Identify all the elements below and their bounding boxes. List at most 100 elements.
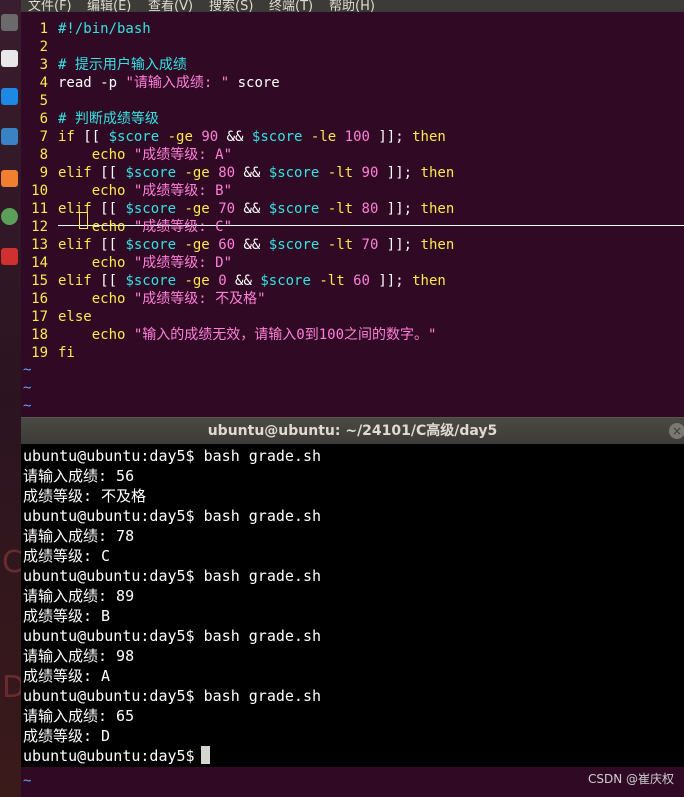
line-number: 17 xyxy=(31,309,48,325)
code-token: ]]; xyxy=(378,165,421,181)
code-line: 15 elif [[ $score -ge 0 && $score -lt 60 … xyxy=(21,272,684,290)
menu-help[interactable]: 帮助(H) xyxy=(329,0,375,12)
terminal-icon[interactable] xyxy=(1,14,18,31)
files-icon[interactable] xyxy=(1,50,18,67)
terminal-line: ubuntu@ubuntu:day5$ bash grade.sh xyxy=(23,566,321,586)
code-token: ]]; xyxy=(378,201,421,217)
terminal-line: 成绩等级: D xyxy=(23,726,110,746)
watermark: CSDN @崔庆权 xyxy=(587,772,674,786)
code-text: echo "输入的成绩无效，请输入0到100之间的数字。" xyxy=(58,326,437,344)
terminal-text: 成绩等级: C xyxy=(23,547,111,565)
code-text: echo "成绩等级: C" xyxy=(58,218,232,236)
code-token: $score xyxy=(268,165,320,181)
code-token: echo xyxy=(91,291,126,307)
code-token: -le xyxy=(310,129,337,145)
terminal-text: 请输入成绩: 98 xyxy=(23,647,135,665)
line-number: 16 xyxy=(31,291,48,307)
code-token: "请输入成绩: " xyxy=(125,75,230,91)
code-line: 16 echo "成绩等级: 不及格" xyxy=(21,290,684,308)
terminal-output[interactable]: ubuntu@ubuntu:day5$ bash grade.sh 请输入成绩: … xyxy=(21,444,684,767)
terminal-text: ubuntu@ubuntu:day5$ bash grade.sh xyxy=(23,567,322,585)
code-token: $score xyxy=(268,201,320,217)
cpp-icon[interactable] xyxy=(1,128,18,145)
code-token: then xyxy=(412,129,446,145)
line-number: 18 xyxy=(31,327,48,343)
code-text: # 判断成绩等级 xyxy=(58,110,159,128)
terminal-titlebar[interactable]: ubuntu@ubuntu: ~/24101/C高级/day5 × xyxy=(21,417,684,445)
menu-terminal[interactable]: 终端(T) xyxy=(269,0,313,12)
line-number: 15 xyxy=(31,273,48,289)
menu-view[interactable]: 查看(V) xyxy=(148,0,193,12)
menu-file[interactable]: 文件(F) xyxy=(28,0,72,12)
code-token: $score xyxy=(108,129,160,145)
code-token: [[ xyxy=(74,129,109,145)
code-text: fi xyxy=(58,344,75,362)
network-icon[interactable] xyxy=(1,208,18,225)
code-text: # 提示用户输入成绩 xyxy=(58,56,187,74)
presentation-icon[interactable] xyxy=(1,248,18,265)
code-line: 9 elif [[ $score -ge 80 && $score -lt 90 … xyxy=(21,164,684,182)
code-token: 70 xyxy=(218,201,236,217)
launcher-bar: C D xyxy=(0,0,25,797)
code-token: #!/bin/bash xyxy=(58,21,151,37)
code-line: 8 echo "成绩等级: A" xyxy=(21,146,684,164)
code-token: then xyxy=(420,165,455,181)
code-text: elif [[ $score -ge 0 && $score -lt 60 ]]… xyxy=(58,272,446,290)
terminal-cursor xyxy=(200,746,210,764)
line-number: 12 xyxy=(31,219,48,235)
code-text: echo "成绩等级: A" xyxy=(58,146,232,164)
line-number: 19 xyxy=(31,345,48,361)
code-text: elif [[ $score -ge 70 && $score -lt 80 ]… xyxy=(58,200,454,218)
terminal-text: 请输入成绩: 89 xyxy=(23,587,135,605)
menubar: 文件(F) 编辑(E) 查看(V) 搜索(S) 终端(T) 帮助(H) xyxy=(21,0,684,12)
line-number: 8 xyxy=(39,147,48,163)
code-text: echo "成绩等级: D" xyxy=(58,254,232,272)
menu-edit[interactable]: 编辑(E) xyxy=(87,0,131,12)
terminal-text: ubuntu@ubuntu:day5$ bash grade.sh xyxy=(23,507,322,525)
wallpaper-decoration: C xyxy=(2,545,23,580)
terminal-line: 成绩等级: B xyxy=(23,606,110,626)
line-number: 3 xyxy=(39,57,48,73)
code-line: 7 if [[ $score -ge 90 && $score -le 100 ]… xyxy=(21,128,684,146)
line-number: 10 xyxy=(31,183,48,199)
software-icon[interactable] xyxy=(1,170,18,187)
close-icon[interactable]: × xyxy=(669,423,684,439)
code-text: read -p "请输入成绩: " score xyxy=(58,74,280,92)
terminal-text: 成绩等级: 不及格 xyxy=(23,487,147,505)
terminal-line: 请输入成绩: 98 xyxy=(23,646,134,666)
empty-line-marker: ~ xyxy=(23,398,32,414)
code-line: 1 #!/bin/bash xyxy=(21,20,684,38)
terminal-line: ubuntu@ubuntu:day5$ bash grade.sh xyxy=(23,686,321,706)
empty-line-marker: ~ xyxy=(23,380,32,396)
code-token: "成绩等级: D" xyxy=(133,255,233,271)
vscode-icon[interactable] xyxy=(1,88,18,105)
code-token: -ge xyxy=(184,165,210,181)
line-number: 2 xyxy=(39,39,48,55)
code-token: && xyxy=(235,165,269,181)
terminal-text: ubuntu@ubuntu:day5$ bash grade.sh xyxy=(23,447,322,465)
terminal-line: ubuntu@ubuntu:day5$ bash grade.sh xyxy=(23,626,321,646)
code-token: -ge xyxy=(184,273,210,289)
code-token: 90 xyxy=(201,129,219,145)
code-token: elif xyxy=(58,237,92,253)
code-token: "输入的成绩无效，请输入0到100之间的数字。" xyxy=(133,327,437,343)
menu-search[interactable]: 搜索(S) xyxy=(209,0,253,12)
terminal-text: 成绩等级: B xyxy=(23,607,111,625)
vim-editor[interactable]: 1 #!/bin/bash 2 3 # 提示用户输入成绩 4 read -p "请输入成绩:… xyxy=(21,12,684,417)
terminal-line: 成绩等级: C xyxy=(23,546,110,566)
